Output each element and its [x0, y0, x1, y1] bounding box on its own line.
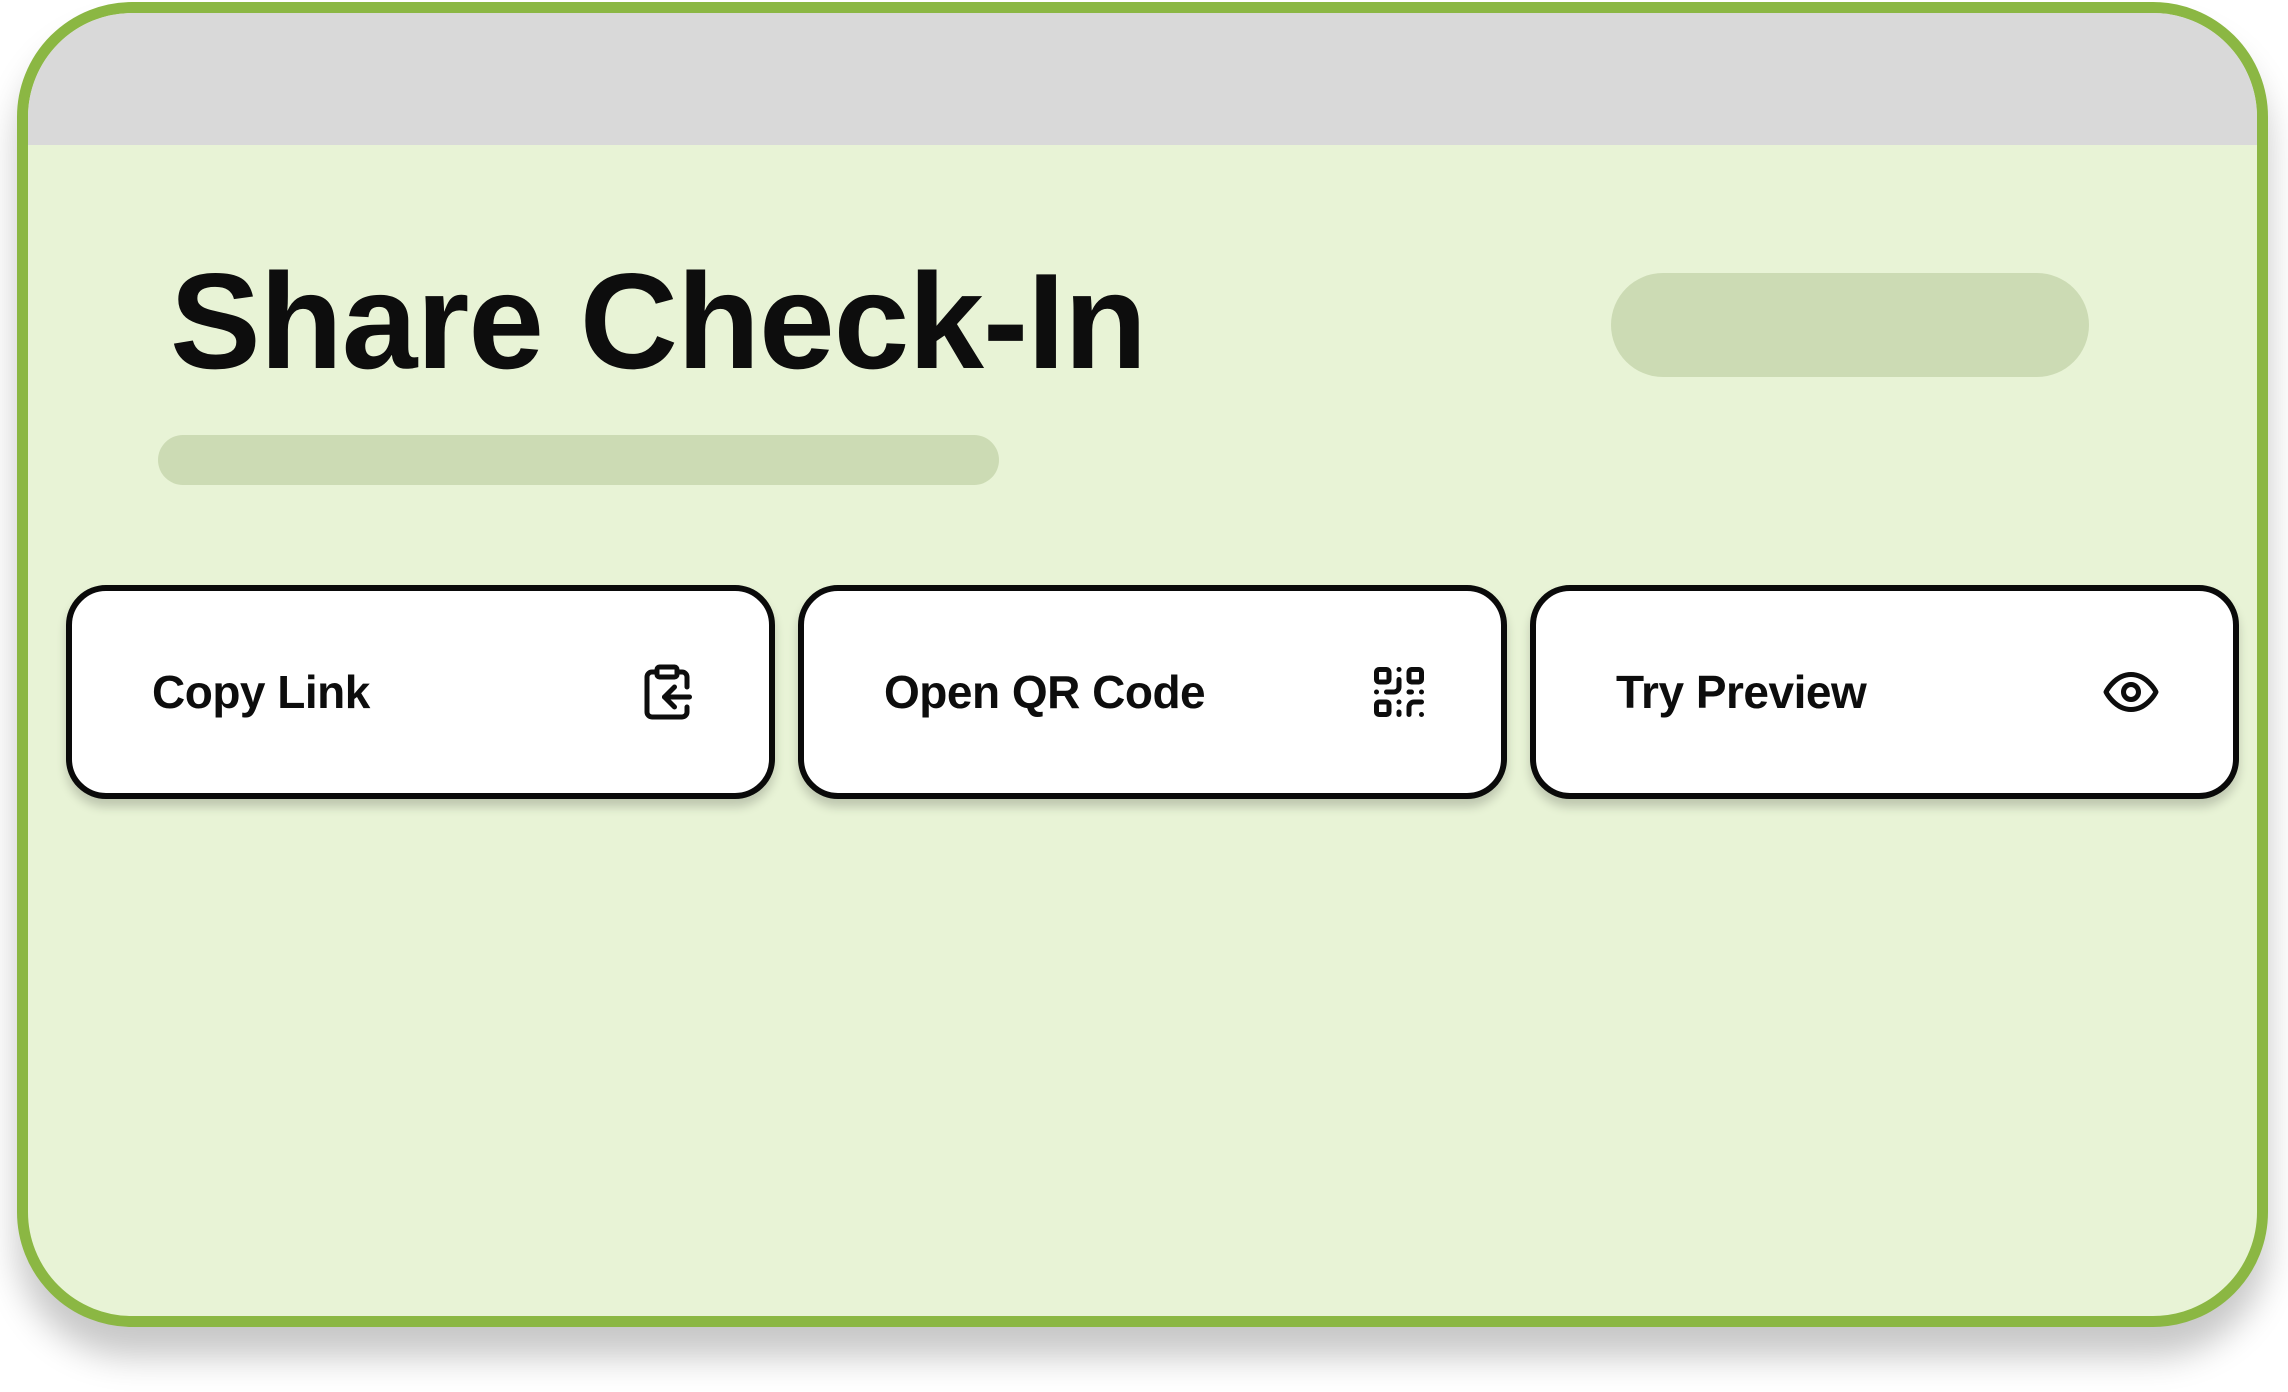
try-preview-label: Try Preview [1616, 666, 1867, 718]
copy-link-button[interactable]: Copy Link [66, 585, 775, 799]
try-preview-button[interactable]: Try Preview [1530, 585, 2239, 799]
open-qr-code-button[interactable]: Open QR Code [798, 585, 1507, 799]
subtitle-placeholder [158, 435, 999, 485]
eye-icon [2101, 662, 2161, 722]
header-pill-placeholder [1611, 273, 2089, 377]
share-check-in-card: Share Check-In Copy Link Open QR Code Tr… [17, 2, 2268, 1327]
copy-link-label: Copy Link [152, 666, 370, 718]
open-qr-code-label: Open QR Code [884, 666, 1206, 718]
page-title: Share Check-In [170, 245, 1147, 397]
clipboard-copy-icon [637, 662, 697, 722]
window-top-bar [28, 13, 2257, 145]
qr-code-icon [1369, 662, 1429, 722]
